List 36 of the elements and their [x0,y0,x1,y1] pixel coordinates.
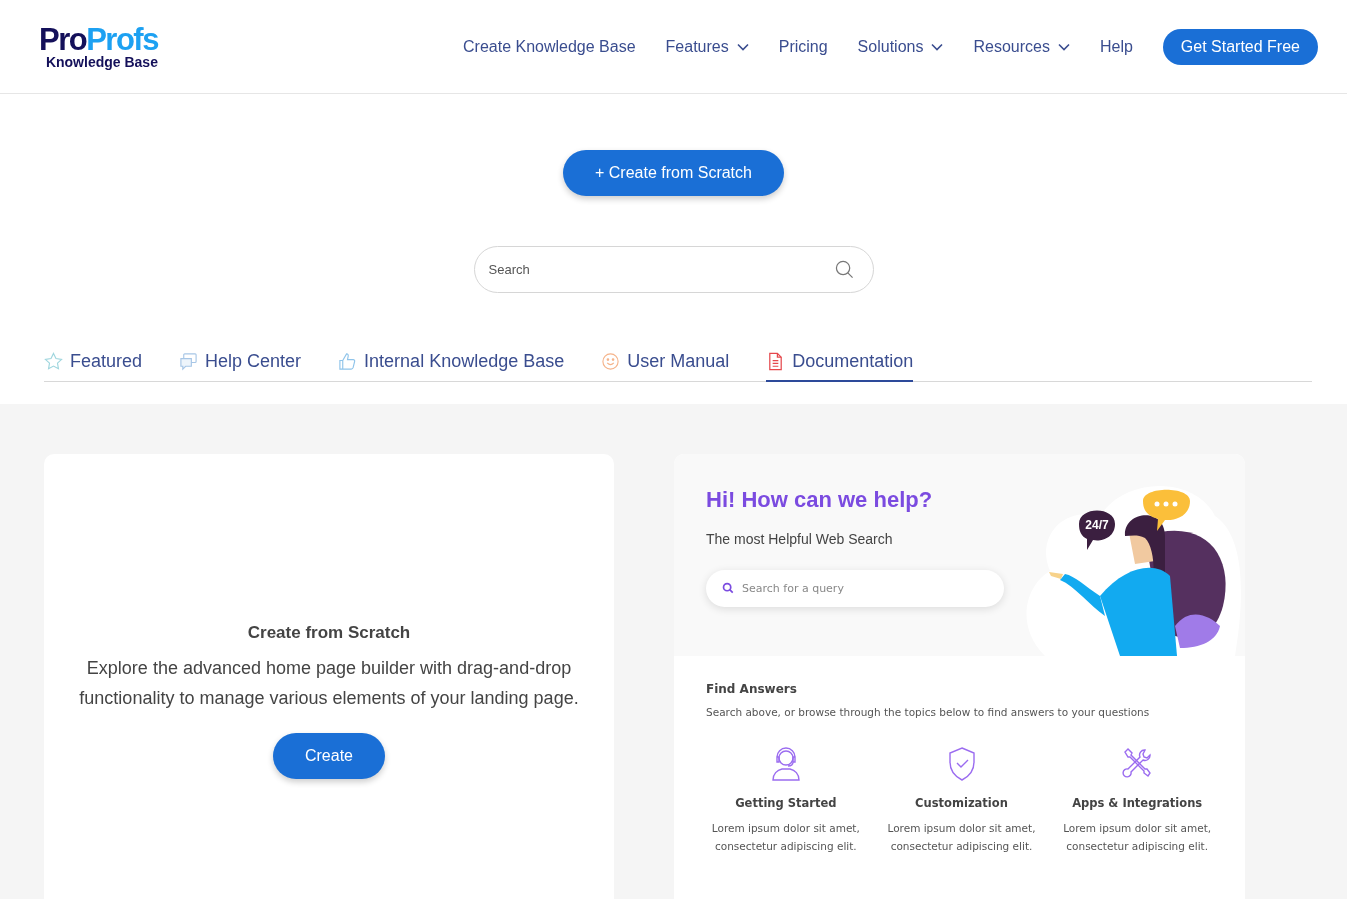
category-tab[interactable]: Help Center [179,345,302,382]
topic-description: Lorem ipsum dolor sit amet, consectetur adipiscing elit. [886,821,1037,854]
thumbs-up-icon [338,352,358,371]
smiley-icon [601,352,621,371]
nav-link[interactable]: Help [1099,37,1133,56]
star-icon [44,352,63,371]
section-title: Find Answers [706,682,798,696]
preview-subheading: The most Helpful Web Search [706,531,894,547]
create-button[interactable]: Create [273,733,385,779]
category-tab[interactable]: Internal Knowledge Base [338,345,565,382]
nav-link[interactable]: Resources [973,37,1070,56]
section-description: Search above, or browse through the topics below to find answers to your questions [706,706,1151,718]
search-field[interactable]: Search [473,246,874,293]
chat-icon [179,352,199,371]
topic-title: Getting Started [735,796,837,810]
card-title: Create from Scratch [247,623,411,643]
nav-link[interactable]: Create Knowledge Base [463,37,636,56]
headset-person-icon [769,746,802,782]
nav-link[interactable]: Pricing [778,37,828,56]
logo[interactable]: ProProfs Knowledge Base [39,24,158,69]
get-started-button[interactable]: Get Started Free [1162,28,1318,65]
topic-title: Customization [915,796,1008,810]
category-tab[interactable]: Featured [44,345,143,382]
create-from-scratch-button[interactable]: + Create from Scratch [563,150,784,196]
topic-title: Apps & Integrations [1072,796,1203,810]
search-icon [834,260,854,279]
bubble-label: 24/7 [1085,518,1109,532]
preview-search-field[interactable]: Search for a query [706,570,1004,607]
category-tab[interactable]: User Manual [601,345,730,382]
card-description: Explore the advanced home page builder with drag-and-drop functionality to manage various elements of your landing page. [78,657,580,710]
nav-link[interactable]: Features [665,37,749,56]
category-tab[interactable]: Documentation [766,345,914,382]
topic-description: Lorem ipsum dolor sit amet, consectetur adipiscing elit. [710,821,861,854]
nav-link[interactable]: Solutions [857,37,944,56]
preview-heading: Hi! How can we help? [706,487,934,513]
topic-description: Lorem ipsum dolor sit amet, consectetur adipiscing elit. [1062,821,1213,854]
